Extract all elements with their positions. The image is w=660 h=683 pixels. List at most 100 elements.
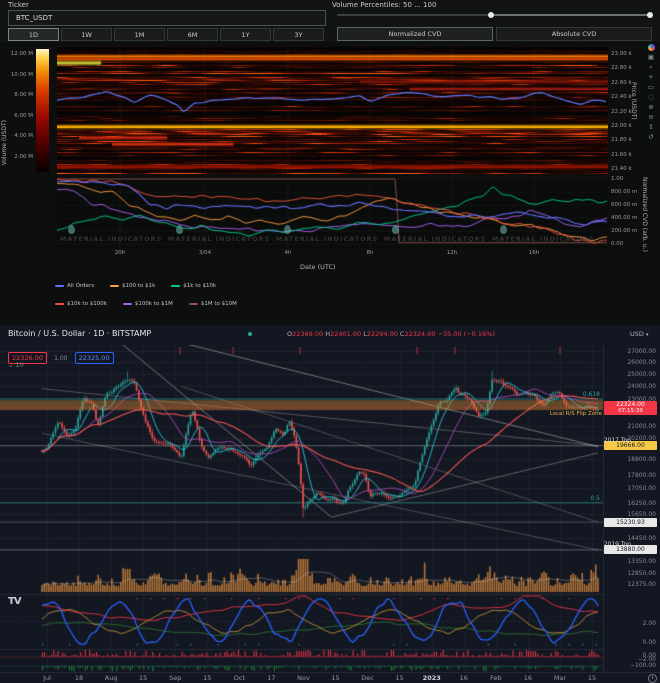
price-scale-tick: 24000.00 (605, 383, 656, 390)
time-axis-label: Aug (105, 674, 118, 682)
material-indicators-watermark: MATERIAL INDICATORS (60, 235, 162, 243)
histogram-axis-tick: −100.00 (605, 662, 656, 669)
indicators-count: 10 (16, 361, 24, 369)
legend-label: $100 to $1k (122, 283, 155, 289)
legend-item-all-orders[interactable]: All Orders (55, 283, 94, 289)
cvd-axis-tick: 0.00 (611, 241, 623, 247)
heatmap-price-tick: 22.00 k (611, 123, 632, 129)
cvd-axis-title: Normalized CVD (arb. u.) (641, 177, 648, 252)
date-axis-tick: 20h (115, 250, 125, 256)
time-axis-label: 15 (331, 674, 339, 682)
percentiles-label: Volume Percentiles: 50 ... 100 (332, 1, 436, 9)
price-scale-tick: 20200.00 (605, 435, 656, 442)
timeframe-3y[interactable]: 3Y (273, 28, 324, 41)
box-select-icon[interactable]: ▭ (648, 84, 654, 91)
slider-handle-high[interactable] (647, 12, 653, 18)
top-app-bar: Ticker BTC_USDT 1D1W1M6M1Y3Y Volume Perc… (0, 0, 660, 42)
histogram-axis-tick: 0.00 (605, 652, 656, 659)
zoom-icon[interactable]: ⌕ (649, 64, 653, 71)
price-scale-tick: 15650.00 (605, 511, 656, 518)
legend-swatch (171, 285, 180, 287)
volume-heatmap-canvas[interactable] (57, 47, 608, 174)
timeframe-6m[interactable]: 6M (167, 28, 218, 41)
legend-item--10k-to-100k[interactable]: $10k to $100k (55, 301, 107, 307)
cvd-axis-tick: 800.00 m (611, 189, 637, 195)
cvd-axis-tick: 200.00 m (611, 228, 637, 234)
timeframe-1w[interactable]: 1W (61, 28, 112, 41)
date-axis-tick: 4h (285, 250, 292, 256)
symbol-title[interactable]: Bitcoin / U.S. Dollar · 1D · BITSTAMP (8, 329, 151, 338)
heatmap-price-tick: 21.80 k (611, 137, 632, 143)
screen: Ticker BTC_USDT 1D1W1M6M1Y3Y Volume Perc… (0, 0, 660, 683)
buy-order-price-box[interactable]: 22325.00 (75, 352, 114, 364)
fib-05-label: 0.5 (540, 495, 600, 502)
price-scale-tick: 25000.00 (605, 371, 656, 378)
legend-label: $1M to $10M (201, 301, 237, 307)
tradingview-logo[interactable]: TV (8, 596, 21, 607)
plotly-logo-icon[interactable] (648, 44, 655, 51)
price-scale-tick: 23000.00 (605, 396, 656, 403)
flame-icon (392, 225, 399, 234)
time-axis-label: Sep (169, 674, 181, 682)
legend-label: $10k to $100k (67, 301, 107, 307)
market-status-icon (248, 332, 252, 336)
ohlc-row: O22369.00 H22401.00 L22294.00 C22324.00 … (287, 330, 495, 338)
timeframe-1m[interactable]: 1M (114, 28, 165, 41)
legend-swatch (189, 303, 198, 305)
time-axis-label: 17 (267, 674, 275, 682)
currency-label: USD (630, 330, 644, 338)
legend-item--100k-to-1m[interactable]: $100k to $1M (123, 301, 173, 307)
camera-icon[interactable]: ▣ (648, 54, 654, 61)
cvd-axis-tick: 600.00 m (611, 202, 637, 208)
tab-normalized-cvd[interactable]: Normalized CVD (337, 27, 493, 41)
open-value: 22369.00 (292, 330, 323, 338)
tab-absolute-cvd[interactable]: Absolute CVD (496, 27, 652, 41)
time-axis-label: 18 (75, 674, 83, 682)
pan-icon[interactable]: + (648, 74, 653, 81)
fib-0618-label: 0.618 (540, 391, 600, 398)
time-axis-label: 15 (203, 674, 211, 682)
slider-handle-low[interactable] (488, 12, 494, 18)
indicators-collapse-toggle[interactable]: ⌄ 10 (8, 361, 24, 369)
zoom-in-icon[interactable]: ⊕ (648, 104, 653, 111)
legend-item--100-to-1k[interactable]: $100 to $1k (110, 283, 155, 289)
ticker-input[interactable]: BTC_USDT (8, 10, 326, 26)
flame-icon (68, 225, 75, 234)
legend-label: All Orders (67, 283, 94, 289)
material-indicators-watermark: MATERIAL INDICATORS (168, 235, 270, 243)
clock-icon[interactable] (648, 674, 657, 683)
oscillator-axis-tick: 0.00 (605, 639, 656, 646)
colorbar-tick: 6.00 M (2, 113, 33, 119)
zone-label: Local R/S Flip Zone (520, 411, 602, 417)
price-scale-tick: 16250.00 (605, 500, 656, 507)
price-scale-tick: 17050.00 (605, 485, 656, 492)
autoscale-icon[interactable]: ↕ (648, 124, 653, 131)
price-scale-tick: 21000.00 (605, 423, 656, 430)
legend-item--1k-to-10k[interactable]: $1k to $10k (171, 283, 216, 289)
tradingview-chart: Bitcoin / U.S. Dollar · 1D · BITSTAMP O2… (0, 325, 660, 683)
legend-item--1m-to-10m[interactable]: $1M to $10M (189, 301, 237, 307)
heatmap-price-tick: 21.40 k (611, 166, 632, 172)
legend-label: $100k to $1M (135, 301, 173, 307)
timeframe-1d[interactable]: 1D (8, 28, 59, 41)
timeframe-1y[interactable]: 1Y (220, 28, 271, 41)
lasso-icon[interactable]: ◌ (648, 94, 654, 101)
percentile-slider (337, 10, 653, 20)
date-axis-title: Date (UTC) (300, 263, 336, 271)
time-axis-label: Oct (234, 674, 245, 682)
price-scale-tick: 26000.00 (605, 359, 656, 366)
zoom-out-icon[interactable]: ⊖ (648, 114, 653, 121)
time-axis-label: Nov (297, 674, 310, 682)
white-line-price-badge: 15230.93 (604, 518, 657, 527)
time-axis-label: 15 (588, 674, 596, 682)
price-scale-tick: 18800.00 (605, 456, 656, 463)
currency-selector[interactable]: USD ▾ (630, 330, 648, 338)
tv-main-canvas[interactable] (0, 345, 603, 672)
cvd-axis-tick: 1.00 (611, 176, 623, 182)
colorbar-tick: 10.00 M (2, 72, 33, 78)
time-axis-label: 15 (139, 674, 147, 682)
cvd-legend-row-1: All Orders $100 to $1k $1k to $10k (55, 283, 216, 289)
heatmap-price-tick: 22.20 k (611, 109, 632, 115)
time-axis-label: 16 (524, 674, 532, 682)
reset-axes-icon[interactable]: ↺ (648, 134, 653, 141)
